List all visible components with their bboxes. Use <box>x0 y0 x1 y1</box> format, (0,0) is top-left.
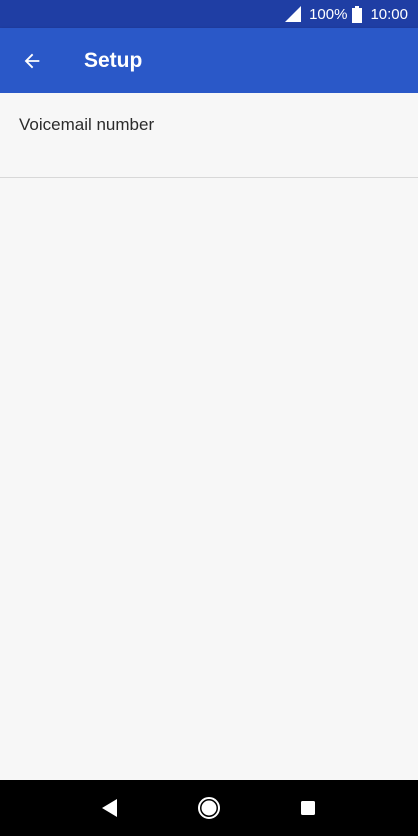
battery-icon <box>352 5 363 23</box>
navigation-bar <box>0 780 418 836</box>
app-bar: Setup <box>0 28 418 93</box>
status-bar: 100% 10:00 <box>0 0 418 28</box>
nav-recents-button[interactable] <box>288 788 328 828</box>
nav-home-icon <box>197 797 220 819</box>
nav-recents-icon <box>301 801 316 815</box>
settings-list: Voicemail number <box>0 93 418 178</box>
arrow-back-icon <box>24 53 40 68</box>
nav-back-button[interactable] <box>90 788 130 828</box>
battery-percent: 100% <box>309 5 348 23</box>
clock: 10:00 <box>370 5 408 23</box>
signal-icon <box>285 6 302 22</box>
list-item-label: Voicemail number <box>19 115 155 134</box>
back-button[interactable] <box>0 28 64 93</box>
nav-home-button[interactable] <box>189 788 229 828</box>
page-title: Setup <box>84 48 143 72</box>
list-item-voicemail-number[interactable]: Voicemail number <box>0 93 418 178</box>
nav-back-icon <box>101 799 117 817</box>
